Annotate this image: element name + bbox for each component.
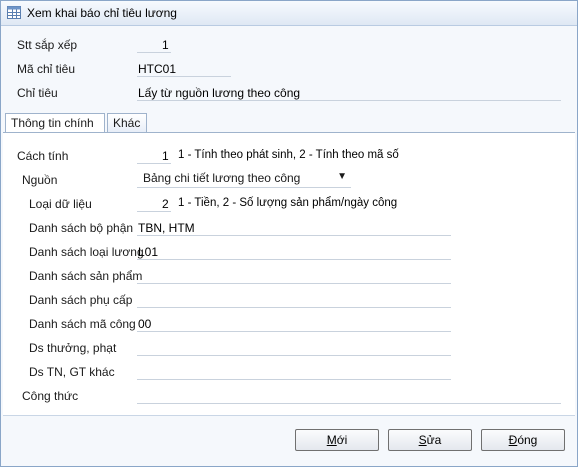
chi-tieu-underline	[137, 100, 561, 101]
cong-thuc-underline	[137, 403, 561, 404]
close-button[interactable]: Đóng	[481, 429, 565, 451]
loai-du-lieu-underline	[137, 211, 171, 212]
ma-chi-tieu-underline	[137, 76, 231, 77]
thuong-phat-label: Ds thưởng, phạt	[29, 341, 117, 355]
stt-label: Stt sắp xếp	[17, 38, 78, 52]
ma-chi-tieu-label: Mã chỉ tiêu	[17, 62, 76, 76]
stt-underline	[137, 52, 171, 53]
bo-phan-underline	[137, 235, 451, 236]
nguon-label: Nguồn	[22, 173, 58, 187]
thuong-phat-underline	[137, 355, 451, 356]
phu-cap-underline	[137, 307, 451, 308]
bo-phan-input[interactable]: TBN, HTM	[138, 221, 195, 235]
loai-luong-underline	[137, 259, 451, 260]
new-button-accel: M	[326, 433, 337, 447]
san-pham-underline	[137, 283, 451, 284]
dropdown-arrow-icon[interactable]: ▼	[337, 171, 347, 182]
loai-du-lieu-label: Loại dữ liệu	[29, 197, 92, 211]
nguon-select[interactable]: Bảng chi tiết lương theo công ▼	[137, 169, 351, 187]
loai-du-lieu-hint: 1 - Tiền, 2 - Số lượng sản phẩm/ngày côn…	[178, 197, 398, 209]
loai-luong-label: Danh sách loại lương	[29, 245, 144, 259]
cach-tinh-input[interactable]: 1	[162, 149, 169, 163]
ma-chi-tieu-input[interactable]: HTC01	[138, 62, 176, 76]
loai-du-lieu-input[interactable]: 2	[162, 197, 169, 211]
edit-button-accel: S	[418, 433, 427, 447]
title-bar: Xem khai báo chỉ tiêu lương	[1, 1, 577, 26]
new-button-label: ới	[336, 433, 348, 447]
nguon-underline	[137, 187, 351, 188]
chi-tieu-label: Chỉ tiêu	[17, 86, 58, 100]
ma-cong-label: Danh sách mã công	[29, 317, 136, 331]
tab-khac[interactable]: Khác	[107, 113, 147, 132]
stt-input[interactable]: 1	[162, 38, 169, 52]
cach-tinh-underline	[137, 163, 171, 164]
edit-button[interactable]: Sửa	[388, 429, 472, 451]
nguon-selected-value: Bảng chi tiết lương theo công	[143, 171, 301, 185]
phu-cap-label: Danh sách phụ cấp	[29, 293, 133, 307]
cong-thuc-label: Công thức	[22, 389, 79, 403]
san-pham-label: Danh sách sản phẩm	[29, 269, 143, 283]
new-button[interactable]: Mới	[295, 429, 379, 451]
footer-separator	[3, 415, 575, 416]
close-button-label: óng	[517, 433, 538, 447]
tab-thong-tin-chinh[interactable]: Thông tin chính	[5, 113, 105, 134]
dialog-window: Xem khai báo chỉ tiêu lương Stt sắp xếp …	[0, 0, 578, 467]
tn-gt-label: Ds TN, GT khác	[29, 365, 115, 379]
close-button-accel: Đ	[508, 433, 518, 447]
edit-button-label: ửa	[426, 433, 442, 447]
loai-luong-input[interactable]: L01	[138, 245, 158, 259]
window-title: Xem khai báo chỉ tiêu lương	[27, 6, 177, 20]
ma-cong-input[interactable]: 00	[138, 317, 151, 331]
bo-phan-label: Danh sách bộ phận	[29, 221, 134, 235]
tab-strip: Thông tin chính Khác	[3, 113, 577, 134]
tn-gt-underline	[137, 379, 451, 380]
ma-cong-underline	[137, 331, 451, 332]
cach-tinh-hint: 1 - Tính theo phát sinh, 2 - Tính theo m…	[178, 149, 399, 161]
chi-tieu-input[interactable]: Lấy từ nguồn lương theo công	[138, 86, 300, 100]
table-icon	[7, 6, 21, 19]
cach-tinh-label: Cách tính	[17, 149, 69, 163]
